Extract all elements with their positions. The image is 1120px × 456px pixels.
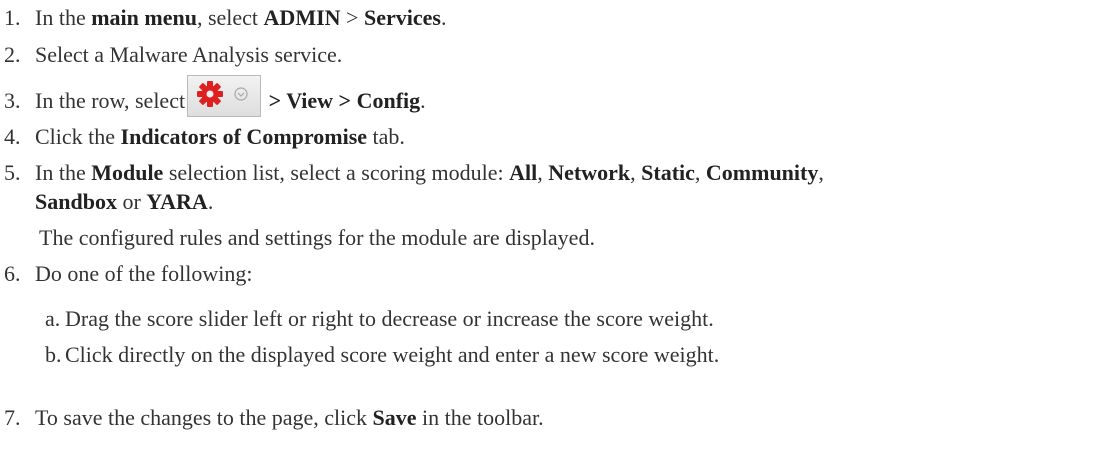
step-number: 7. [4,405,21,430]
chevron-down-circle-icon [234,87,248,101]
step-2: 2. Select a Malware Analysis service. [0,42,342,68]
step-number: 3. [4,88,21,113]
tab-ref: Indicators of Compromise [120,124,368,149]
step-4: 4. Click the Indicators of Compromise tab… [0,124,405,150]
step-number: 4. [4,124,21,149]
step-5-continuation: Sandbox or YARA. [35,189,214,214]
actions-menu-button[interactable] [187,74,262,117]
gear-icon [197,80,224,107]
step-number: 2. [4,42,21,67]
step-5: 5. In the Module selection list, select a… [0,160,824,186]
save-ref: Save [372,405,417,430]
menu-ref: main menu [91,5,197,30]
step-3: 3. In the row, select > View > Config. [0,74,426,117]
step-number: 1. [4,5,21,30]
step-7: 7. To save the changes to the page, click… [0,405,544,431]
step-5-note: The configured rules and settings for th… [39,225,595,250]
step-1: 1. In the main menu, select ADMIN > Servi… [0,5,446,31]
sub-step-a: a. Drag the score slider left or right to… [45,306,714,331]
step-number: 6. [4,261,21,286]
step-6: 6. Do one of the following: [0,261,253,287]
sub-step-b: b. Click directly on the displayed score … [45,342,720,367]
step-number: 5. [4,160,21,185]
